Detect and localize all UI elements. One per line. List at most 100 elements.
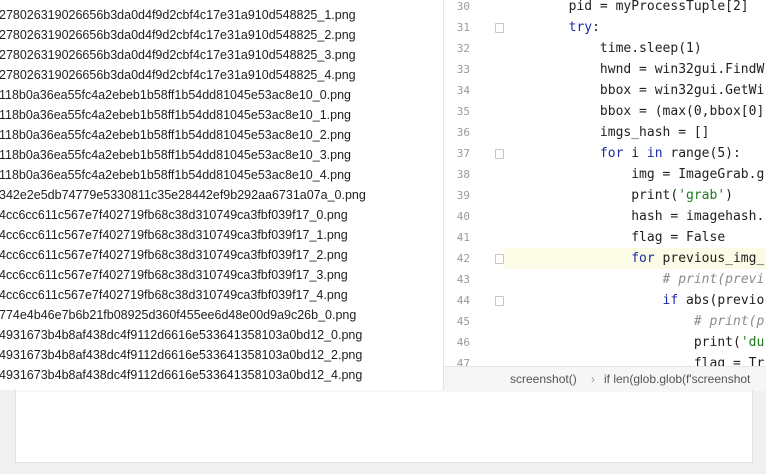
code-text: previous_img_ — [654, 251, 765, 266]
file-list-item[interactable]: 118b0a36ea55fc4a2ebeb1b58ff1b54dd81045e5… — [0, 125, 351, 145]
file-list-item[interactable]: 4cc6cc611c567e7f402719fb68c38d310749ca3f… — [0, 225, 348, 245]
code-line[interactable]: img = ImageGrab.g — [506, 164, 764, 185]
breadcrumb-separator: › — [591, 372, 595, 386]
file-list-item[interactable]: 342e2e5db74779e5330811c35e28442ef9b292aa… — [0, 185, 366, 205]
line-number: 44 — [456, 294, 470, 307]
line-number: 45 — [456, 315, 470, 328]
file-list-item[interactable]: 4cc6cc611c567e7f402719fb68c38d310749ca3f… — [0, 245, 348, 265]
code-line[interactable]: time.sleep(1) — [506, 38, 702, 59]
fold-marker-icon[interactable] — [495, 23, 504, 33]
file-list-item[interactable]: 4cc6cc611c567e7f402719fb68c38d310749ca3f… — [0, 265, 348, 285]
line-number: 33 — [456, 63, 470, 76]
code-string: 'du — [740, 335, 765, 350]
code-line[interactable]: for previous_img_ — [506, 248, 764, 269]
code-line[interactable]: # print(previ — [506, 269, 765, 290]
fold-marker-icon[interactable] — [495, 254, 504, 264]
file-list-item[interactable]: 4931673b4b8af438dc4f9112d6616e5336413581… — [0, 325, 362, 345]
line-number: 46 — [456, 336, 470, 349]
code-text: hash = imagehash. — [631, 209, 765, 224]
code-line[interactable]: print('du — [506, 332, 764, 353]
file-list-item[interactable]: 118b0a36ea55fc4a2ebeb1b58ff1b54dd81045e5… — [0, 85, 351, 105]
file-list-pane: 278026319026656b3da0d4f9d2cbf4c17e31a910… — [0, 0, 443, 390]
code-line[interactable]: bbox = win32gui.GetWi — [506, 80, 764, 101]
code-text: time.sleep(1) — [599, 41, 702, 56]
code-line[interactable]: imgs_hash = [] — [506, 122, 710, 143]
breadcrumb-item-function[interactable]: screenshot() — [510, 367, 577, 391]
code-line[interactable]: try: — [506, 17, 600, 38]
breadcrumb: screenshot() › if len(glob.glob(f'screen… — [444, 366, 766, 391]
file-list-item[interactable]: 118b0a36ea55fc4a2ebeb1b58ff1b54dd81045e5… — [0, 165, 351, 185]
code-line[interactable]: for i in range(5): — [506, 143, 741, 164]
file-list-item[interactable]: 4931673b4b8af438dc4f9112d6616e5336413581… — [0, 345, 362, 365]
code-line[interactable]: pid = myProcessTuple[2] — [506, 0, 749, 17]
line-number: 35 — [456, 105, 470, 118]
code-text: bbox = (max(0,bbox[0] — [599, 104, 765, 119]
line-number: 32 — [456, 42, 470, 55]
file-list-item[interactable]: 118b0a36ea55fc4a2ebeb1b58ff1b54dd81045e5… — [0, 105, 351, 125]
file-list-item[interactable]: 278026319026656b3da0d4f9d2cbf4c17e31a910… — [0, 5, 356, 25]
code-text: flag = Tr — [693, 356, 765, 366]
code-text: ) — [725, 188, 733, 203]
line-number: 47 — [456, 357, 470, 366]
line-number: 34 — [456, 84, 470, 97]
file-list-item[interactable]: 278026319026656b3da0d4f9d2cbf4c17e31a910… — [0, 25, 356, 45]
code-text: abs(previo — [678, 293, 765, 308]
line-number: 36 — [456, 126, 470, 139]
file-list-item[interactable]: 278026319026656b3da0d4f9d2cbf4c17e31a910… — [0, 65, 356, 85]
file-list-item[interactable]: 4cc6cc611c567e7f402719fb68c38d310749ca3f… — [0, 285, 348, 305]
fold-marker-icon[interactable] — [495, 296, 504, 306]
code-text: bbox = win32gui.GetWi — [599, 83, 765, 98]
code-line[interactable]: flag = Tr — [506, 353, 764, 366]
code-keyword: for — [631, 251, 655, 266]
code-line[interactable]: # print(p — [506, 311, 764, 332]
code-text: hwnd = win32gui.FindW — [599, 62, 765, 77]
code-line[interactable]: print('grab') — [506, 185, 733, 206]
code-text: pid = myProcessTuple[2] — [568, 0, 749, 14]
file-list-item[interactable]: 278026319026656b3da0d4f9d2cbf4c17e31a910… — [0, 45, 356, 65]
code-text: imgs_hash = [] — [599, 125, 710, 140]
code-text: i — [623, 146, 647, 161]
file-list-item[interactable]: 4931673b4b8af438dc4f9112d6616e5336413581… — [0, 365, 362, 385]
file-list-item[interactable]: 4cc6cc611c567e7f402719fb68c38d310749ca3f… — [0, 205, 348, 225]
code-text: range(5): — [662, 146, 741, 161]
code-keyword: try — [568, 20, 593, 35]
code-editor[interactable]: 30 31 32 33 34 35 36 37 38 39 40 41 42 43 44 45 46 47 pid… — [444, 0, 766, 366]
code-line[interactable]: bbox = (max(0,bbox[0] — [506, 101, 764, 122]
code-text: print( — [631, 188, 679, 203]
line-number-gutter: 30 31 32 33 34 35 36 37 38 39 40 41 42 43 44 45 46 47 — [444, 0, 504, 366]
breadcrumb-item-if[interactable]: if len(glob.glob(f'screenshot — [604, 367, 750, 391]
code-line[interactable]: if abs(previo — [506, 290, 765, 311]
code-keyword: if — [662, 293, 679, 308]
code-text: img = ImageGrab.g — [631, 167, 765, 182]
line-number: 38 — [456, 168, 470, 181]
code-line[interactable]: hash = imagehash. — [506, 206, 764, 227]
file-list-item[interactable]: 118b0a36ea55fc4a2ebeb1b58ff1b54dd81045e5… — [0, 145, 351, 165]
code-comment: # print(previ — [662, 272, 765, 287]
file-list-item[interactable]: 774e4b46e7b6b21fb08925d360f455ee6d48e00d… — [0, 305, 356, 325]
line-number: 31 — [456, 21, 470, 34]
code-string: 'grab' — [678, 188, 726, 203]
line-number: 30 — [456, 0, 470, 13]
line-number: 39 — [456, 189, 470, 202]
code-line[interactable]: hwnd = win32gui.FindW — [506, 59, 764, 80]
fold-marker-icon[interactable] — [495, 149, 504, 159]
code-text: : — [592, 20, 600, 35]
line-number: 42 — [456, 252, 470, 265]
code-keyword: in — [646, 146, 663, 161]
line-number: 40 — [456, 210, 470, 223]
code-line[interactable]: flag = False — [506, 227, 725, 248]
